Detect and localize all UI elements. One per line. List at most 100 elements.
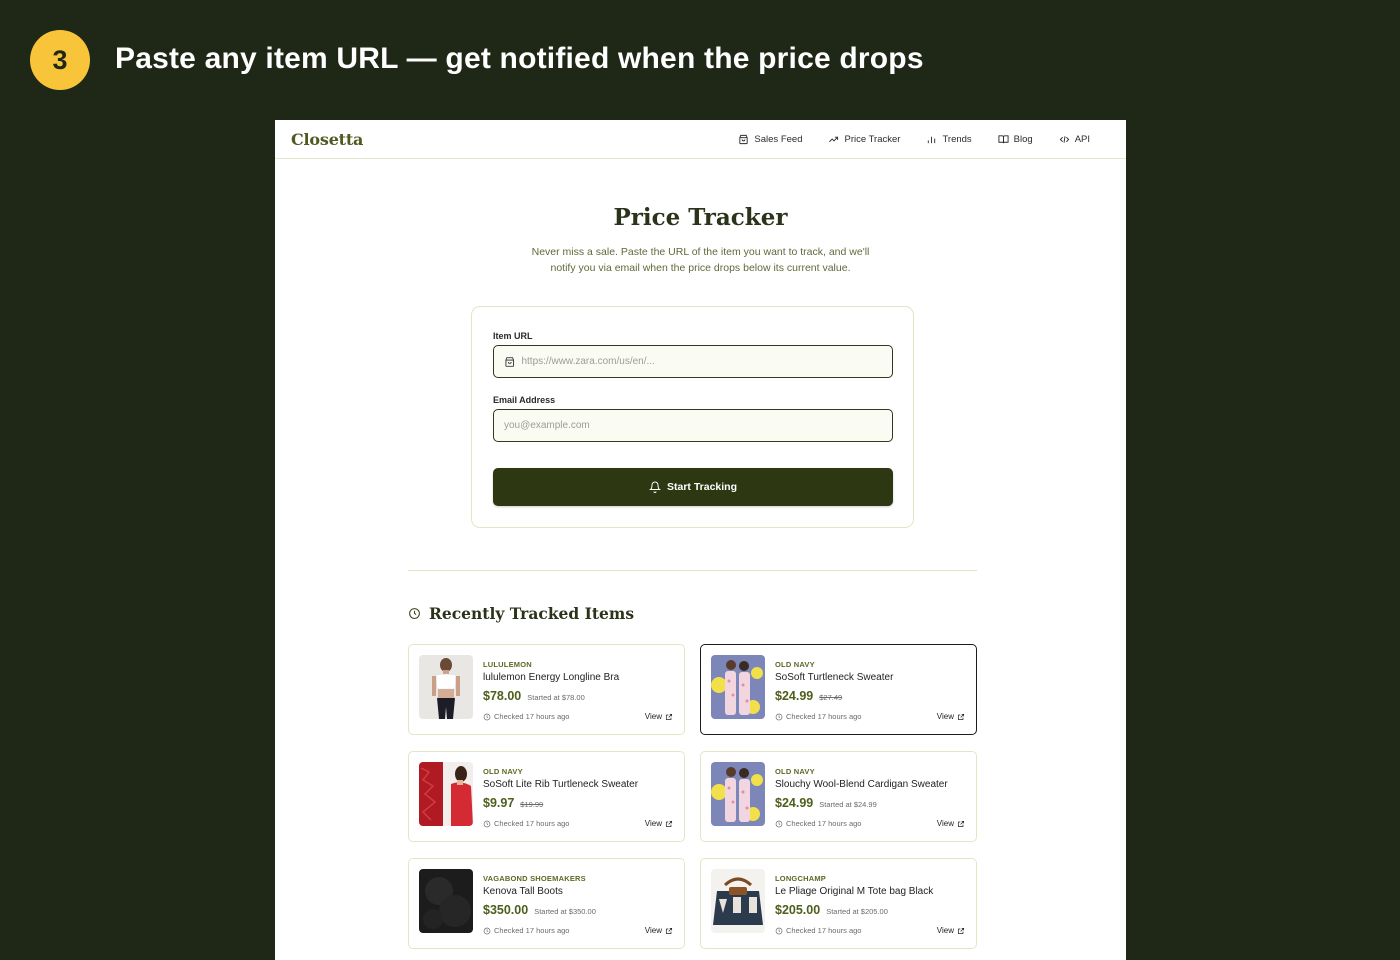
tracked-item-card[interactable]: LULULEMON lululemon Energy Longline Bra … <box>408 644 685 735</box>
checked-status: Checked 17 hours ago <box>483 819 569 828</box>
view-link[interactable]: View <box>937 819 965 828</box>
item-price: $24.99 <box>775 689 814 703</box>
checked-text: Checked 17 hours ago <box>494 926 570 935</box>
checked-text: Checked 17 hours ago <box>786 926 862 935</box>
url-input[interactable] <box>521 356 882 367</box>
nav-trends[interactable]: Trends <box>926 133 972 145</box>
product-image <box>711 655 765 719</box>
view-link[interactable]: View <box>937 712 965 721</box>
bell-icon <box>648 481 661 493</box>
nav-label: Price Tracker <box>844 133 901 145</box>
checked-text: Checked 17 hours ago <box>494 712 570 721</box>
price-row: $350.00 Started at $350.00 <box>483 903 596 917</box>
nav-api[interactable]: API <box>1059 134 1090 145</box>
subtitle-line: Never miss a sale. Paste the URL of the … <box>531 246 870 258</box>
url-label: Item URL <box>493 331 533 341</box>
product-image <box>419 869 473 933</box>
item-original-price: Started at $24.99 <box>819 800 877 809</box>
product-thumbnail <box>711 655 765 719</box>
product-thumbnail <box>419 762 473 826</box>
external-link-icon <box>665 820 673 827</box>
top-nav: Closetta Sales Feed Price Tracker Trends… <box>275 120 1126 159</box>
view-label: View <box>936 926 954 935</box>
product-image <box>711 869 765 933</box>
nav-price-tracker[interactable]: Price Tracker <box>828 134 900 145</box>
trending-up-icon <box>829 136 839 142</box>
clock-icon <box>775 820 783 827</box>
item-original-price: $27.49 <box>819 693 843 702</box>
logo[interactable]: Closetta <box>291 130 363 149</box>
subtitle-line: notify you via email when the price drop… <box>550 262 851 274</box>
product-thumbnail <box>711 762 765 826</box>
start-tracking-label: Start Tracking <box>666 481 738 493</box>
product-image <box>711 762 765 826</box>
step-badge: 3 <box>30 30 90 90</box>
nav-label: API <box>1074 133 1090 145</box>
checked-status: Checked 17 hours ago <box>483 712 569 721</box>
item-brand: OLD NAVY <box>775 767 815 776</box>
checked-status: Checked 17 hours ago <box>775 926 861 935</box>
item-price: $24.99 <box>775 796 814 810</box>
item-brand: OLD NAVY <box>775 660 815 669</box>
recent-title: Recently Tracked Items <box>429 604 635 623</box>
view-label: View <box>936 819 954 828</box>
nav-label: Blog <box>1013 133 1033 145</box>
item-name: lululemon Energy Longline Bra <box>483 672 620 683</box>
item-original-price: Started at $350.00 <box>534 907 596 916</box>
view-link[interactable]: View <box>645 819 673 828</box>
checked-text: Checked 17 hours ago <box>786 712 862 721</box>
tracked-item-card[interactable]: OLD NAVY SoSoft Lite Rib Turtleneck Swea… <box>408 751 685 842</box>
code-icon <box>1059 135 1069 143</box>
item-original-price: $19.99 <box>520 800 544 809</box>
nav-blog[interactable]: Blog <box>998 134 1033 145</box>
divider <box>408 570 977 571</box>
product-thumbnail <box>419 869 473 933</box>
view-link[interactable]: View <box>645 712 673 721</box>
item-name: SoSoft Lite Rib Turtleneck Sweater <box>483 779 639 790</box>
view-label: View <box>936 712 954 721</box>
clock-icon <box>409 608 420 619</box>
tracker-form: Item URL Email Address Start Tracking <box>471 306 914 528</box>
item-brand: VAGABOND SHOEMAKERS <box>483 874 586 883</box>
price-row: $9.97 $19.99 <box>483 796 543 810</box>
tracked-item-card[interactable]: LONGCHAMP Le Pliage Original M Tote bag … <box>700 858 977 949</box>
tracked-item-card[interactable]: OLD NAVY Slouchy Wool-Blend Cardigan Swe… <box>700 751 977 842</box>
checked-text: Checked 17 hours ago <box>494 819 570 828</box>
nav-label: Sales Feed <box>754 133 803 145</box>
nav-links: Sales Feed Price Tracker Trends Blog API <box>738 134 1110 145</box>
item-name: Slouchy Wool-Blend Cardigan Sweater <box>775 779 948 790</box>
price-row: $24.99 Started at $24.99 <box>775 796 877 810</box>
item-price: $9.97 <box>483 796 515 810</box>
recent-header: Recently Tracked Items <box>408 604 634 623</box>
price-row: $24.99 $27.49 <box>775 689 842 703</box>
url-field[interactable] <box>493 345 893 378</box>
view-link[interactable]: View <box>645 926 673 935</box>
clock-icon <box>483 820 491 827</box>
item-name: Le Pliage Original M Tote bag Black <box>775 886 934 897</box>
product-image <box>419 655 473 719</box>
email-label: Email Address <box>493 395 556 405</box>
start-tracking-button[interactable]: Start Tracking <box>493 468 893 506</box>
external-link-icon <box>957 713 965 720</box>
email-field[interactable] <box>493 409 893 442</box>
item-price: $205.00 <box>775 903 821 917</box>
nav-label: Trends <box>942 133 972 145</box>
shopping-bag-icon <box>505 356 515 367</box>
nav-sales-feed[interactable]: Sales Feed <box>738 134 802 145</box>
tracked-item-card[interactable]: OLD NAVY SoSoft Turtleneck Sweater $24.9… <box>700 644 977 735</box>
product-image <box>419 762 473 826</box>
external-link-icon <box>665 713 673 720</box>
clock-icon <box>483 713 491 720</box>
email-input[interactable] <box>504 420 882 431</box>
external-link-icon <box>957 820 965 827</box>
price-row: $78.00 Started at $78.00 <box>483 689 585 703</box>
view-label: View <box>644 712 662 721</box>
item-name: Kenova Tall Boots <box>483 886 563 897</box>
shopping-bag-icon <box>739 134 749 144</box>
item-price: $78.00 <box>483 689 522 703</box>
clock-icon <box>775 713 783 720</box>
view-link[interactable]: View <box>937 926 965 935</box>
item-brand: LONGCHAMP <box>775 874 826 883</box>
price-row: $205.00 Started at $205.00 <box>775 903 888 917</box>
tracked-item-card[interactable]: VAGABOND SHOEMAKERS Kenova Tall Boots $3… <box>408 858 685 949</box>
